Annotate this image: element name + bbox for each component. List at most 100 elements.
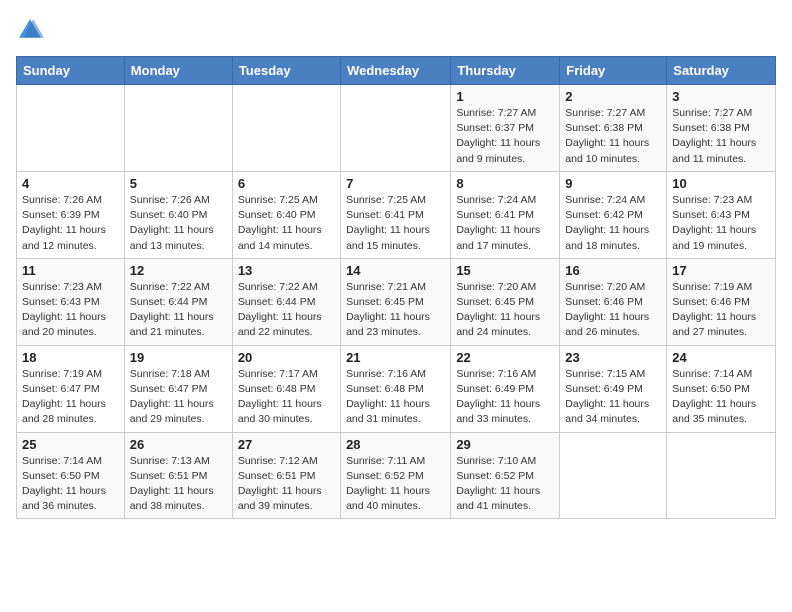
- day-info: Sunrise: 7:20 AM Sunset: 6:46 PM Dayligh…: [565, 280, 661, 341]
- day-info: Sunrise: 7:14 AM Sunset: 6:50 PM Dayligh…: [672, 367, 770, 428]
- day-number: 24: [672, 350, 770, 365]
- calendar-cell: 8Sunrise: 7:24 AM Sunset: 6:41 PM Daylig…: [451, 171, 560, 258]
- day-info: Sunrise: 7:15 AM Sunset: 6:49 PM Dayligh…: [565, 367, 661, 428]
- calendar-cell: 21 Sunrise: 7:16 AM Sunset: 6:48 PM Dayli…: [341, 345, 451, 432]
- calendar-cell: 19 Sunrise: 7:18 AM Sunset: 6:47 PM Dayli…: [124, 345, 232, 432]
- calendar-cell: 12 Sunrise: 7:22 AM Sunset: 6:44 PM Dayli…: [124, 258, 232, 345]
- day-info: Sunrise: 7:13 AM Sunset: 6:51 PM Dayligh…: [130, 454, 227, 515]
- calendar-cell: 5 Sunrise: 7:26 AM Sunset: 6:40 PM Daylig…: [124, 171, 232, 258]
- calendar-cell: 9Sunrise: 7:24 AM Sunset: 6:42 PM Daylig…: [560, 171, 667, 258]
- calendar-cell: 17Sunrise: 7:19 AM Sunset: 6:46 PM Dayli…: [667, 258, 776, 345]
- calendar-cell: [341, 85, 451, 172]
- day-info: Sunrise: 7:23 AM Sunset: 6:43 PM Dayligh…: [672, 193, 770, 254]
- day-info: Sunrise: 7:17 AM Sunset: 6:48 PM Dayligh…: [238, 367, 335, 428]
- calendar-cell: [124, 85, 232, 172]
- day-number: 27: [238, 437, 335, 452]
- calendar-week-1: 1 Sunrise: 7:27 AM Sunset: 6:37 PM Daylig…: [17, 85, 776, 172]
- day-header-wednesday: Wednesday: [341, 57, 451, 85]
- day-info: Sunrise: 7:16 AM Sunset: 6:48 PM Dayligh…: [346, 367, 445, 428]
- calendar-cell: 27 Sunrise: 7:12 AM Sunset: 6:51 PM Dayli…: [232, 432, 340, 519]
- day-info: Sunrise: 7:27 AM Sunset: 6:37 PM Dayligh…: [456, 106, 554, 167]
- day-info: Sunrise: 7:10 AM Sunset: 6:52 PM Dayligh…: [456, 454, 554, 515]
- day-info: Sunrise: 7:22 AM Sunset: 6:44 PM Dayligh…: [238, 280, 335, 341]
- day-info: Sunrise: 7:23 AM Sunset: 6:43 PM Dayligh…: [22, 280, 119, 341]
- day-number: 26: [130, 437, 227, 452]
- day-info: Sunrise: 7:25 AM Sunset: 6:40 PM Dayligh…: [238, 193, 335, 254]
- day-number: 10: [672, 176, 770, 191]
- day-info: Sunrise: 7:19 AM Sunset: 6:46 PM Dayligh…: [672, 280, 770, 341]
- day-number: 14: [346, 263, 445, 278]
- calendar-cell: 25 Sunrise: 7:14 AM Sunset: 6:50 PM Dayli…: [17, 432, 125, 519]
- calendar-table: SundayMondayTuesdayWednesdayThursdayFrid…: [16, 56, 776, 519]
- day-info: Sunrise: 7:27 AM Sunset: 6:38 PM Dayligh…: [565, 106, 661, 167]
- day-number: 25: [22, 437, 119, 452]
- day-number: 28: [346, 437, 445, 452]
- day-number: 20: [238, 350, 335, 365]
- calendar-cell: 10 Sunrise: 7:23 AM Sunset: 6:43 PM Dayli…: [667, 171, 776, 258]
- day-info: Sunrise: 7:24 AM Sunset: 6:41 PM Dayligh…: [456, 193, 554, 254]
- day-info: Sunrise: 7:14 AM Sunset: 6:50 PM Dayligh…: [22, 454, 119, 515]
- calendar-cell: 16 Sunrise: 7:20 AM Sunset: 6:46 PM Dayli…: [560, 258, 667, 345]
- day-number: 22: [456, 350, 554, 365]
- day-number: 12: [130, 263, 227, 278]
- day-number: 2: [565, 89, 661, 104]
- calendar-week-4: 18 Sunrise: 7:19 AM Sunset: 6:47 PM Dayli…: [17, 345, 776, 432]
- calendar-week-2: 4Sunrise: 7:26 AM Sunset: 6:39 PM Daylig…: [17, 171, 776, 258]
- day-header-sunday: Sunday: [17, 57, 125, 85]
- day-info: Sunrise: 7:16 AM Sunset: 6:49 PM Dayligh…: [456, 367, 554, 428]
- day-info: Sunrise: 7:11 AM Sunset: 6:52 PM Dayligh…: [346, 454, 445, 515]
- day-number: 21: [346, 350, 445, 365]
- day-number: 29: [456, 437, 554, 452]
- day-number: 6: [238, 176, 335, 191]
- logo: [16, 16, 48, 44]
- day-info: Sunrise: 7:27 AM Sunset: 6:38 PM Dayligh…: [672, 106, 770, 167]
- calendar-cell: 7 Sunrise: 7:25 AM Sunset: 6:41 PM Daylig…: [341, 171, 451, 258]
- calendar-cell: 3 Sunrise: 7:27 AM Sunset: 6:38 PM Daylig…: [667, 85, 776, 172]
- calendar-cell: 29 Sunrise: 7:10 AM Sunset: 6:52 PM Dayli…: [451, 432, 560, 519]
- day-header-tuesday: Tuesday: [232, 57, 340, 85]
- day-number: 5: [130, 176, 227, 191]
- day-number: 7: [346, 176, 445, 191]
- day-info: Sunrise: 7:18 AM Sunset: 6:47 PM Dayligh…: [130, 367, 227, 428]
- day-number: 16: [565, 263, 661, 278]
- calendar-cell: 2 Sunrise: 7:27 AM Sunset: 6:38 PM Daylig…: [560, 85, 667, 172]
- day-info: Sunrise: 7:21 AM Sunset: 6:45 PM Dayligh…: [346, 280, 445, 341]
- calendar-cell: 13 Sunrise: 7:22 AM Sunset: 6:44 PM Dayli…: [232, 258, 340, 345]
- calendar-cell: 15 Sunrise: 7:20 AM Sunset: 6:45 PM Dayli…: [451, 258, 560, 345]
- day-number: 3: [672, 89, 770, 104]
- day-header-saturday: Saturday: [667, 57, 776, 85]
- calendar-cell: [17, 85, 125, 172]
- day-number: 18: [22, 350, 119, 365]
- calendar-cell: 20 Sunrise: 7:17 AM Sunset: 6:48 PM Dayli…: [232, 345, 340, 432]
- calendar-cell: 18 Sunrise: 7:19 AM Sunset: 6:47 PM Dayli…: [17, 345, 125, 432]
- day-header-thursday: Thursday: [451, 57, 560, 85]
- day-info: Sunrise: 7:24 AM Sunset: 6:42 PM Dayligh…: [565, 193, 661, 254]
- day-info: Sunrise: 7:25 AM Sunset: 6:41 PM Dayligh…: [346, 193, 445, 254]
- calendar-cell: [232, 85, 340, 172]
- day-number: 13: [238, 263, 335, 278]
- day-number: 19: [130, 350, 227, 365]
- calendar-cell: 4Sunrise: 7:26 AM Sunset: 6:39 PM Daylig…: [17, 171, 125, 258]
- calendar-cell: 28 Sunrise: 7:11 AM Sunset: 6:52 PM Dayli…: [341, 432, 451, 519]
- day-header-monday: Monday: [124, 57, 232, 85]
- calendar-cell: [667, 432, 776, 519]
- day-number: 15: [456, 263, 554, 278]
- day-number: 23: [565, 350, 661, 365]
- day-info: Sunrise: 7:22 AM Sunset: 6:44 PM Dayligh…: [130, 280, 227, 341]
- day-info: Sunrise: 7:20 AM Sunset: 6:45 PM Dayligh…: [456, 280, 554, 341]
- day-info: Sunrise: 7:12 AM Sunset: 6:51 PM Dayligh…: [238, 454, 335, 515]
- calendar-cell: 23 Sunrise: 7:15 AM Sunset: 6:49 PM Dayli…: [560, 345, 667, 432]
- calendar-cell: 22 Sunrise: 7:16 AM Sunset: 6:49 PM Dayli…: [451, 345, 560, 432]
- calendar-cell: 26 Sunrise: 7:13 AM Sunset: 6:51 PM Dayli…: [124, 432, 232, 519]
- day-header-friday: Friday: [560, 57, 667, 85]
- day-info: Sunrise: 7:26 AM Sunset: 6:40 PM Dayligh…: [130, 193, 227, 254]
- calendar-cell: 24 Sunrise: 7:14 AM Sunset: 6:50 PM Dayli…: [667, 345, 776, 432]
- day-number: 11: [22, 263, 119, 278]
- calendar-cell: 1 Sunrise: 7:27 AM Sunset: 6:37 PM Daylig…: [451, 85, 560, 172]
- day-number: 1: [456, 89, 554, 104]
- page-header: [16, 16, 776, 44]
- calendar-header-row: SundayMondayTuesdayWednesdayThursdayFrid…: [17, 57, 776, 85]
- day-info: Sunrise: 7:19 AM Sunset: 6:47 PM Dayligh…: [22, 367, 119, 428]
- calendar-cell: [560, 432, 667, 519]
- calendar-cell: 14 Sunrise: 7:21 AM Sunset: 6:45 PM Dayli…: [341, 258, 451, 345]
